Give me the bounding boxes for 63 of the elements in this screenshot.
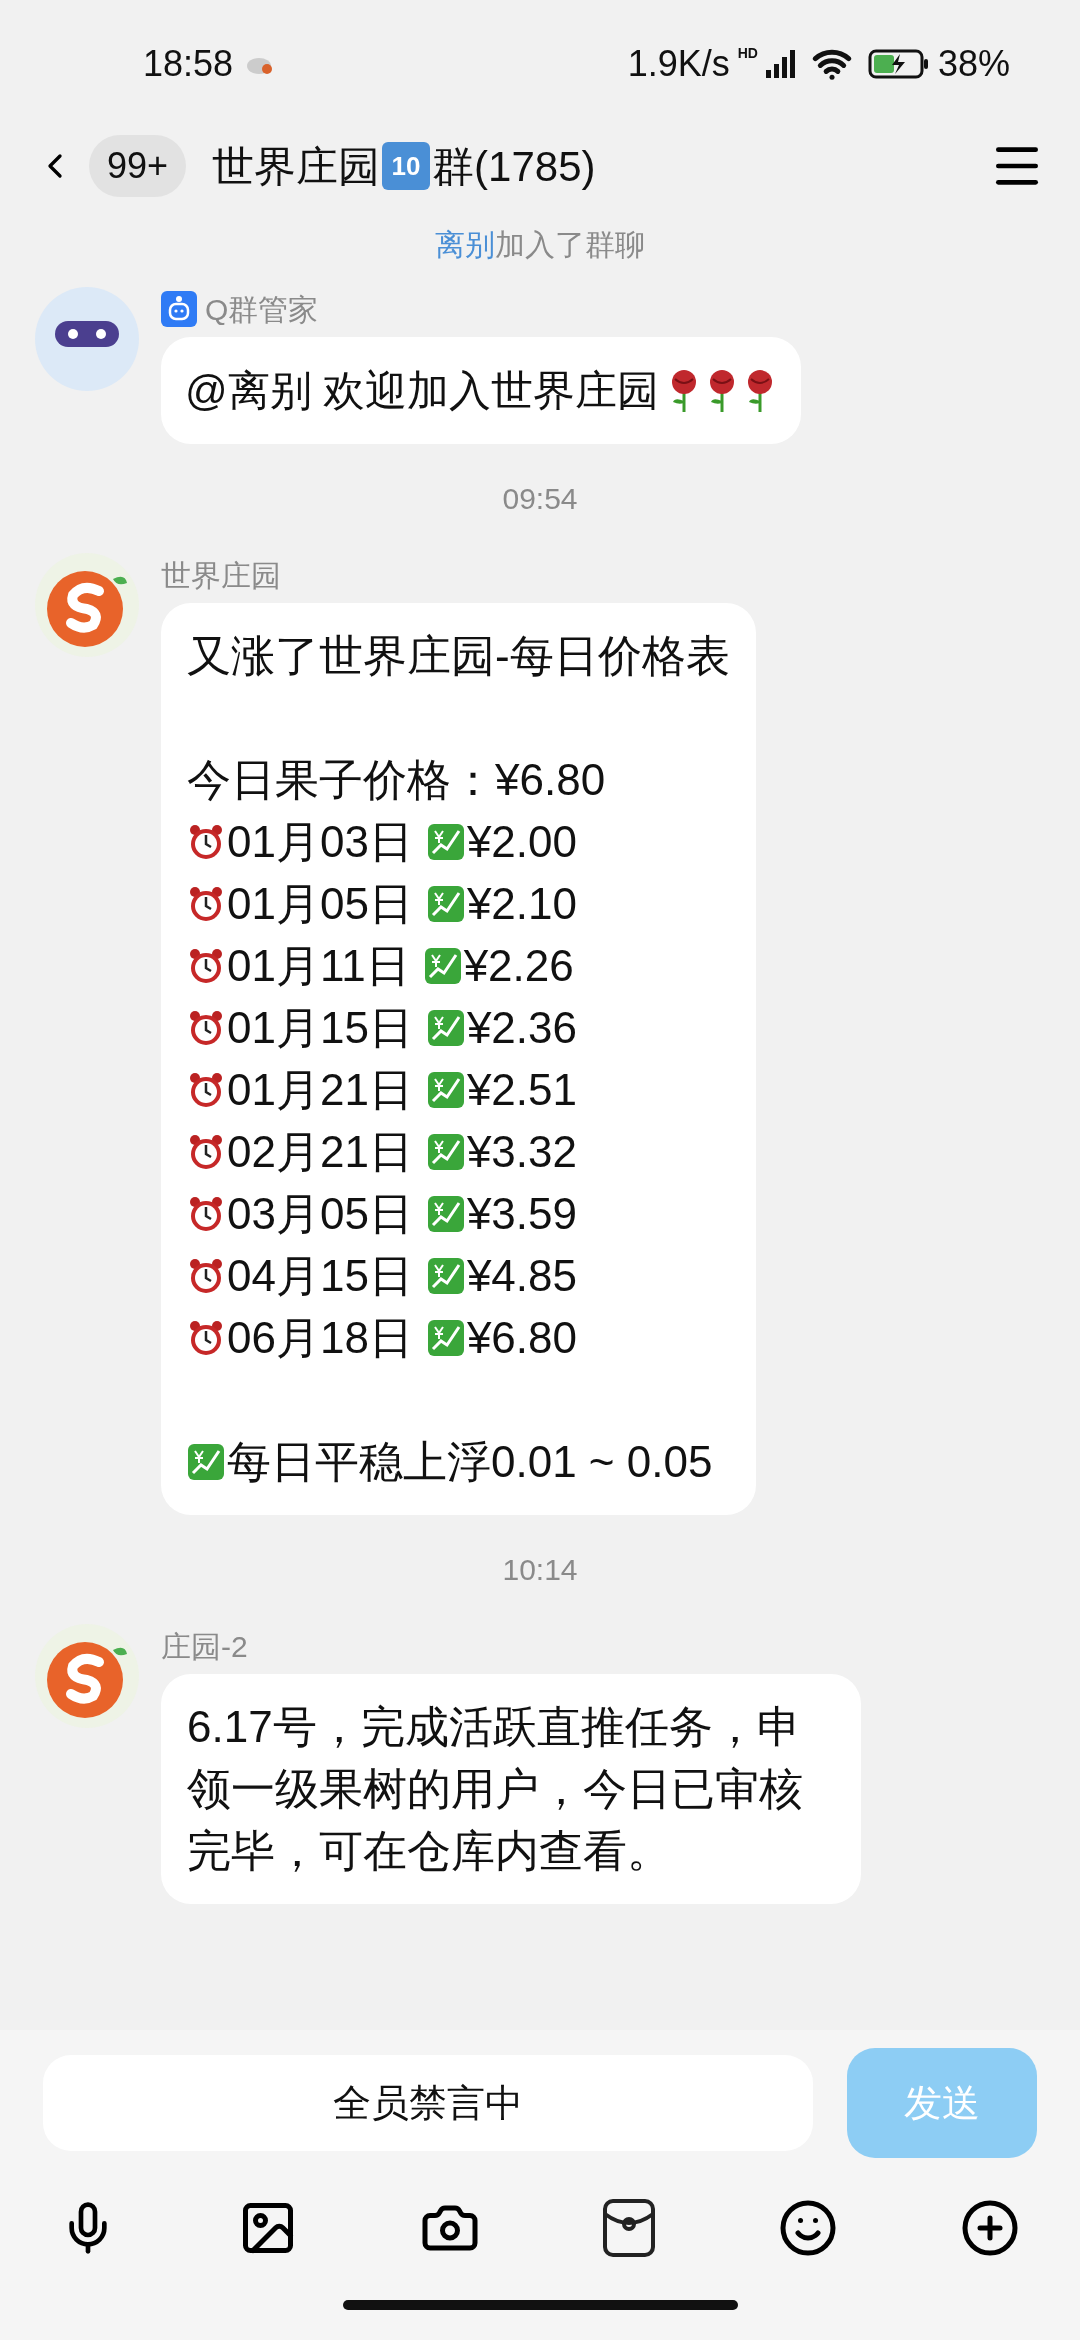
emoji-icon[interactable]	[778, 2198, 838, 2258]
timestamp: 10:14	[502, 1552, 578, 1588]
date-text: 01月05日	[227, 878, 413, 930]
chart-up-icon	[426, 1133, 465, 1171]
today-price: 今日果子价格：¥6.80	[187, 754, 607, 806]
alarm-clock-icon	[187, 1133, 225, 1171]
price-text: ¥2.36	[466, 1002, 577, 1054]
input-placeholder: 全员禁言中	[333, 2080, 523, 2126]
keycap-badge: 10	[382, 142, 431, 190]
chart-up-icon	[426, 1195, 465, 1233]
chart-up-icon	[426, 1009, 465, 1047]
signal-icon	[765, 50, 796, 78]
price-text: ¥2.00	[466, 816, 577, 868]
network-type: HD	[737, 44, 758, 63]
status-time: 18:58	[143, 42, 234, 86]
alarm-clock-icon	[187, 1319, 225, 1357]
join-notice: 离别加入了群聊	[435, 227, 645, 263]
footer-text: 每日平稳上浮0.01 ~ 0.05	[227, 1436, 713, 1488]
alarm-clock-icon	[187, 947, 225, 985]
chart-up-icon	[187, 1443, 225, 1481]
alarm-clock-icon	[187, 885, 225, 923]
price-text: ¥6.80	[466, 1312, 577, 1364]
chart-up-icon	[426, 885, 465, 923]
date-text: 01月11日	[227, 940, 410, 992]
robot-badge-icon	[161, 291, 197, 327]
price-text: ¥2.26	[463, 940, 574, 992]
alarm-clock-icon	[187, 1257, 225, 1295]
price-text: ¥3.59	[466, 1188, 577, 1240]
date-text: 06月18日	[227, 1312, 413, 1364]
date-text: 02月21日	[227, 1126, 413, 1178]
alarm-clock-icon	[187, 1009, 225, 1047]
date-text: 01月21日	[227, 1064, 413, 1116]
date-text: 04月15日	[227, 1250, 413, 1302]
price-text: ¥4.85	[466, 1250, 577, 1302]
price-text: ¥2.10	[466, 878, 577, 930]
plus-icon[interactable]	[960, 2198, 1020, 2258]
message-text: 6.17号，完成活跃直推任务，申领一级果树的用户，今日已审核完毕，可在仓库内查看。	[187, 1701, 804, 1877]
envelope-icon[interactable]	[602, 2198, 656, 2258]
alarm-clock-icon	[187, 1195, 225, 1233]
date-text: 01月15日	[227, 1002, 413, 1054]
chat-title: 世界庄园	[212, 141, 381, 192]
sender-name: 庄园-2	[161, 1628, 248, 1665]
chart-up-icon	[426, 1257, 465, 1295]
price-text: ¥3.32	[466, 1126, 577, 1178]
price-text: ¥2.51	[466, 1064, 577, 1116]
unread-badge[interactable]: 99+	[89, 135, 187, 197]
chart-up-icon	[426, 823, 465, 861]
alarm-clock-icon	[187, 823, 225, 861]
chat-title: 群(1785)	[432, 141, 596, 192]
date-text: 01月03日	[227, 816, 413, 868]
chart-up-icon	[426, 1319, 465, 1357]
date-text: 03月05日	[227, 1188, 413, 1240]
sender-name: Q群管家	[205, 291, 319, 328]
sender-name: 世界庄园	[161, 557, 281, 594]
battery-level: 38%	[937, 42, 1010, 86]
message-text: @离别 欢迎加入世界庄园	[185, 366, 660, 416]
battery-icon	[867, 49, 930, 79]
alarm-clock-icon	[187, 1071, 225, 1109]
chart-up-icon	[426, 1071, 465, 1109]
message-title: 又涨了世界庄园-每日价格表	[187, 630, 730, 682]
network-speed: 1.9K/s	[627, 42, 730, 86]
chart-up-icon	[423, 947, 462, 985]
timestamp: 09:54	[502, 481, 578, 517]
